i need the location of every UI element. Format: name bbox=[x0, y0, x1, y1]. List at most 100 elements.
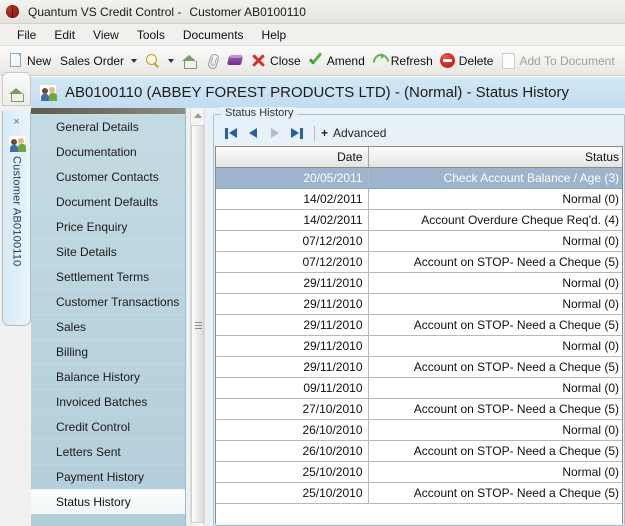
table-row[interactable]: 25/10/2010 Account on STOP- Need a Chequ… bbox=[216, 482, 622, 504]
table-row[interactable]: 07/12/2010 Account on STOP- Need a Chequ… bbox=[216, 251, 622, 273]
menu-item-documents[interactable]: Documents bbox=[174, 26, 253, 44]
refresh-button[interactable]: Refresh bbox=[368, 49, 436, 73]
sidebar-item-general-details[interactable]: General Details bbox=[31, 114, 185, 139]
sidebar-item-document-defaults[interactable]: Document Defaults bbox=[31, 189, 185, 214]
cell-status: Normal (0) bbox=[368, 188, 622, 210]
close-icon[interactable]: × bbox=[13, 117, 19, 128]
sidebar-item-sales[interactable]: Sales bbox=[31, 314, 185, 339]
column-header-status[interactable]: Status bbox=[368, 147, 622, 168]
notes-button[interactable] bbox=[224, 49, 247, 73]
home-tab[interactable] bbox=[2, 72, 31, 106]
table-row[interactable]: 29/11/2010 Normal (0) bbox=[216, 272, 622, 294]
table-row[interactable]: 14/02/2011 Account Overdure Cheque Req'd… bbox=[216, 209, 622, 231]
table-row[interactable]: 20/05/2011 Check Account Balance / Age (… bbox=[216, 167, 622, 189]
sidebar-item-payment-history[interactable]: Payment History bbox=[31, 464, 185, 489]
chevron-down-icon bbox=[131, 58, 138, 63]
status-history-grid[interactable]: Date Status 20/05/2011 Check Account Bal… bbox=[215, 146, 623, 524]
next-record-button[interactable] bbox=[264, 123, 286, 143]
menu-item-tools[interactable]: Tools bbox=[128, 26, 174, 44]
refresh-icon bbox=[371, 52, 388, 69]
scroll-up-button[interactable] bbox=[191, 108, 204, 123]
check-icon bbox=[307, 52, 324, 69]
sidebar-item-site-details[interactable]: Site Details bbox=[31, 239, 185, 264]
sidebar-item-billing[interactable]: Billing bbox=[31, 339, 185, 364]
close-button-label: Close bbox=[270, 53, 301, 68]
home-button[interactable] bbox=[178, 49, 201, 73]
cell-status: Account on STOP- Need a Cheque (5) bbox=[368, 356, 622, 378]
cell-status: Normal (0) bbox=[368, 293, 622, 315]
record-pager: + Advanced bbox=[214, 121, 624, 145]
title-bar: Quantum VS Credit Control - Customer AB0… bbox=[0, 0, 625, 24]
table-row[interactable]: 09/11/2010 Normal (0) bbox=[216, 377, 622, 399]
blank-document-icon bbox=[499, 52, 516, 69]
sidebar-item-settlement-terms[interactable]: Settlement Terms bbox=[31, 264, 185, 289]
table-row[interactable]: 29/11/2010 Normal (0) bbox=[216, 335, 622, 357]
expand-icon: + bbox=[321, 126, 329, 140]
sidebar-item-price-enquiry[interactable]: Price Enquiry bbox=[31, 214, 185, 239]
customer-tab[interactable]: × Customer AB0100110 bbox=[2, 111, 31, 326]
sidebar-item-credit-control[interactable]: Credit Control bbox=[31, 414, 185, 439]
cell-date: 27/10/2010 bbox=[216, 398, 369, 420]
table-row[interactable]: 29/11/2010 Account on STOP- Need a Chequ… bbox=[216, 314, 622, 336]
last-record-button[interactable] bbox=[286, 123, 308, 143]
menu-item-help[interactable]: Help bbox=[253, 26, 296, 44]
workspace: × Customer AB0100110 AB0100110 (ABBEY FO… bbox=[0, 72, 625, 526]
table-row[interactable]: 29/11/2010 Account on STOP- Need a Chequ… bbox=[216, 356, 622, 378]
scrollbar-thumb[interactable] bbox=[191, 125, 204, 523]
status-history-groupbox: Status History + Advanced Date Status 20… bbox=[213, 107, 625, 526]
table-row[interactable]: 29/11/2010 Normal (0) bbox=[216, 293, 622, 315]
first-record-button[interactable] bbox=[220, 123, 242, 143]
delete-button[interactable]: Delete bbox=[436, 49, 497, 73]
table-row[interactable]: 26/10/2010 Account on STOP- Need a Chequ… bbox=[216, 440, 622, 462]
cell-date: 26/10/2010 bbox=[216, 419, 369, 441]
close-button[interactable]: Close bbox=[247, 49, 304, 73]
cell-date: 20/05/2011 bbox=[216, 167, 369, 189]
advanced-label: Advanced bbox=[333, 126, 387, 140]
cell-date: 14/02/2011 bbox=[216, 209, 369, 231]
sidebar-item-customer-contacts[interactable]: Customer Contacts bbox=[31, 164, 185, 189]
cell-status: Account on STOP- Need a Cheque (5) bbox=[368, 314, 622, 336]
amend-button[interactable]: Amend bbox=[304, 49, 368, 73]
sidebar-item-invoiced-batches[interactable]: Invoiced Batches bbox=[31, 389, 185, 414]
cell-date: 29/11/2010 bbox=[216, 314, 369, 336]
sidebar-item-letters-sent[interactable]: Letters Sent bbox=[31, 439, 185, 464]
sidebar-item-status-history[interactable]: Status History bbox=[31, 489, 185, 514]
new-document-icon bbox=[7, 52, 24, 69]
navigation-scrollbar[interactable] bbox=[190, 108, 205, 526]
previous-record-button[interactable] bbox=[242, 123, 264, 143]
sidebar-item-customer-transactions[interactable]: Customer Transactions bbox=[31, 289, 185, 314]
page-title: AB0100110 (ABBEY FOREST PRODUCTS LTD) - … bbox=[65, 84, 570, 101]
scrollbar-grip-icon bbox=[195, 322, 202, 329]
cell-date: 25/10/2010 bbox=[216, 461, 369, 483]
cell-date: 14/02/2011 bbox=[216, 188, 369, 210]
sidebar-item-balance-history[interactable]: Balance History bbox=[31, 364, 185, 389]
menu-item-file[interactable]: File bbox=[8, 26, 45, 44]
cell-date: 25/10/2010 bbox=[216, 482, 369, 504]
sidebar-item-documentation[interactable]: Documentation bbox=[31, 139, 185, 164]
attachment-button[interactable] bbox=[201, 49, 224, 73]
document-type-selector[interactable]: Sales Order bbox=[54, 49, 127, 73]
paperclip-icon bbox=[204, 52, 221, 69]
table-row[interactable]: 07/12/2010 Normal (0) bbox=[216, 230, 622, 252]
table-row[interactable]: 27/10/2010 Account on STOP- Need a Chequ… bbox=[216, 398, 622, 420]
cell-date: 29/11/2010 bbox=[216, 293, 369, 315]
book-icon bbox=[227, 52, 244, 69]
menu-item-edit[interactable]: Edit bbox=[45, 26, 84, 44]
table-row[interactable]: 26/10/2010 Normal (0) bbox=[216, 419, 622, 441]
search-button[interactable] bbox=[141, 49, 164, 73]
menu-item-view[interactable]: View bbox=[84, 26, 128, 44]
new-button[interactable]: New bbox=[4, 49, 54, 73]
table-row[interactable]: 14/02/2011 Normal (0) bbox=[216, 188, 622, 210]
search-dropdown-button[interactable] bbox=[164, 50, 178, 72]
document-type-dropdown-button[interactable] bbox=[127, 50, 141, 72]
chevron-down-icon bbox=[168, 58, 175, 63]
table-row[interactable]: 25/10/2010 Normal (0) bbox=[216, 461, 622, 483]
column-header-date[interactable]: Date bbox=[216, 147, 369, 168]
delete-button-label: Delete bbox=[458, 53, 494, 68]
pager-divider bbox=[314, 125, 315, 141]
advanced-toggle[interactable]: + Advanced bbox=[321, 126, 386, 140]
cell-status: Normal (0) bbox=[368, 230, 622, 252]
menu-bar: File Edit View Tools Documents Help bbox=[0, 24, 625, 46]
vertical-tab-strip: × Customer AB0100110 bbox=[0, 72, 31, 526]
customer-icon bbox=[40, 85, 57, 101]
